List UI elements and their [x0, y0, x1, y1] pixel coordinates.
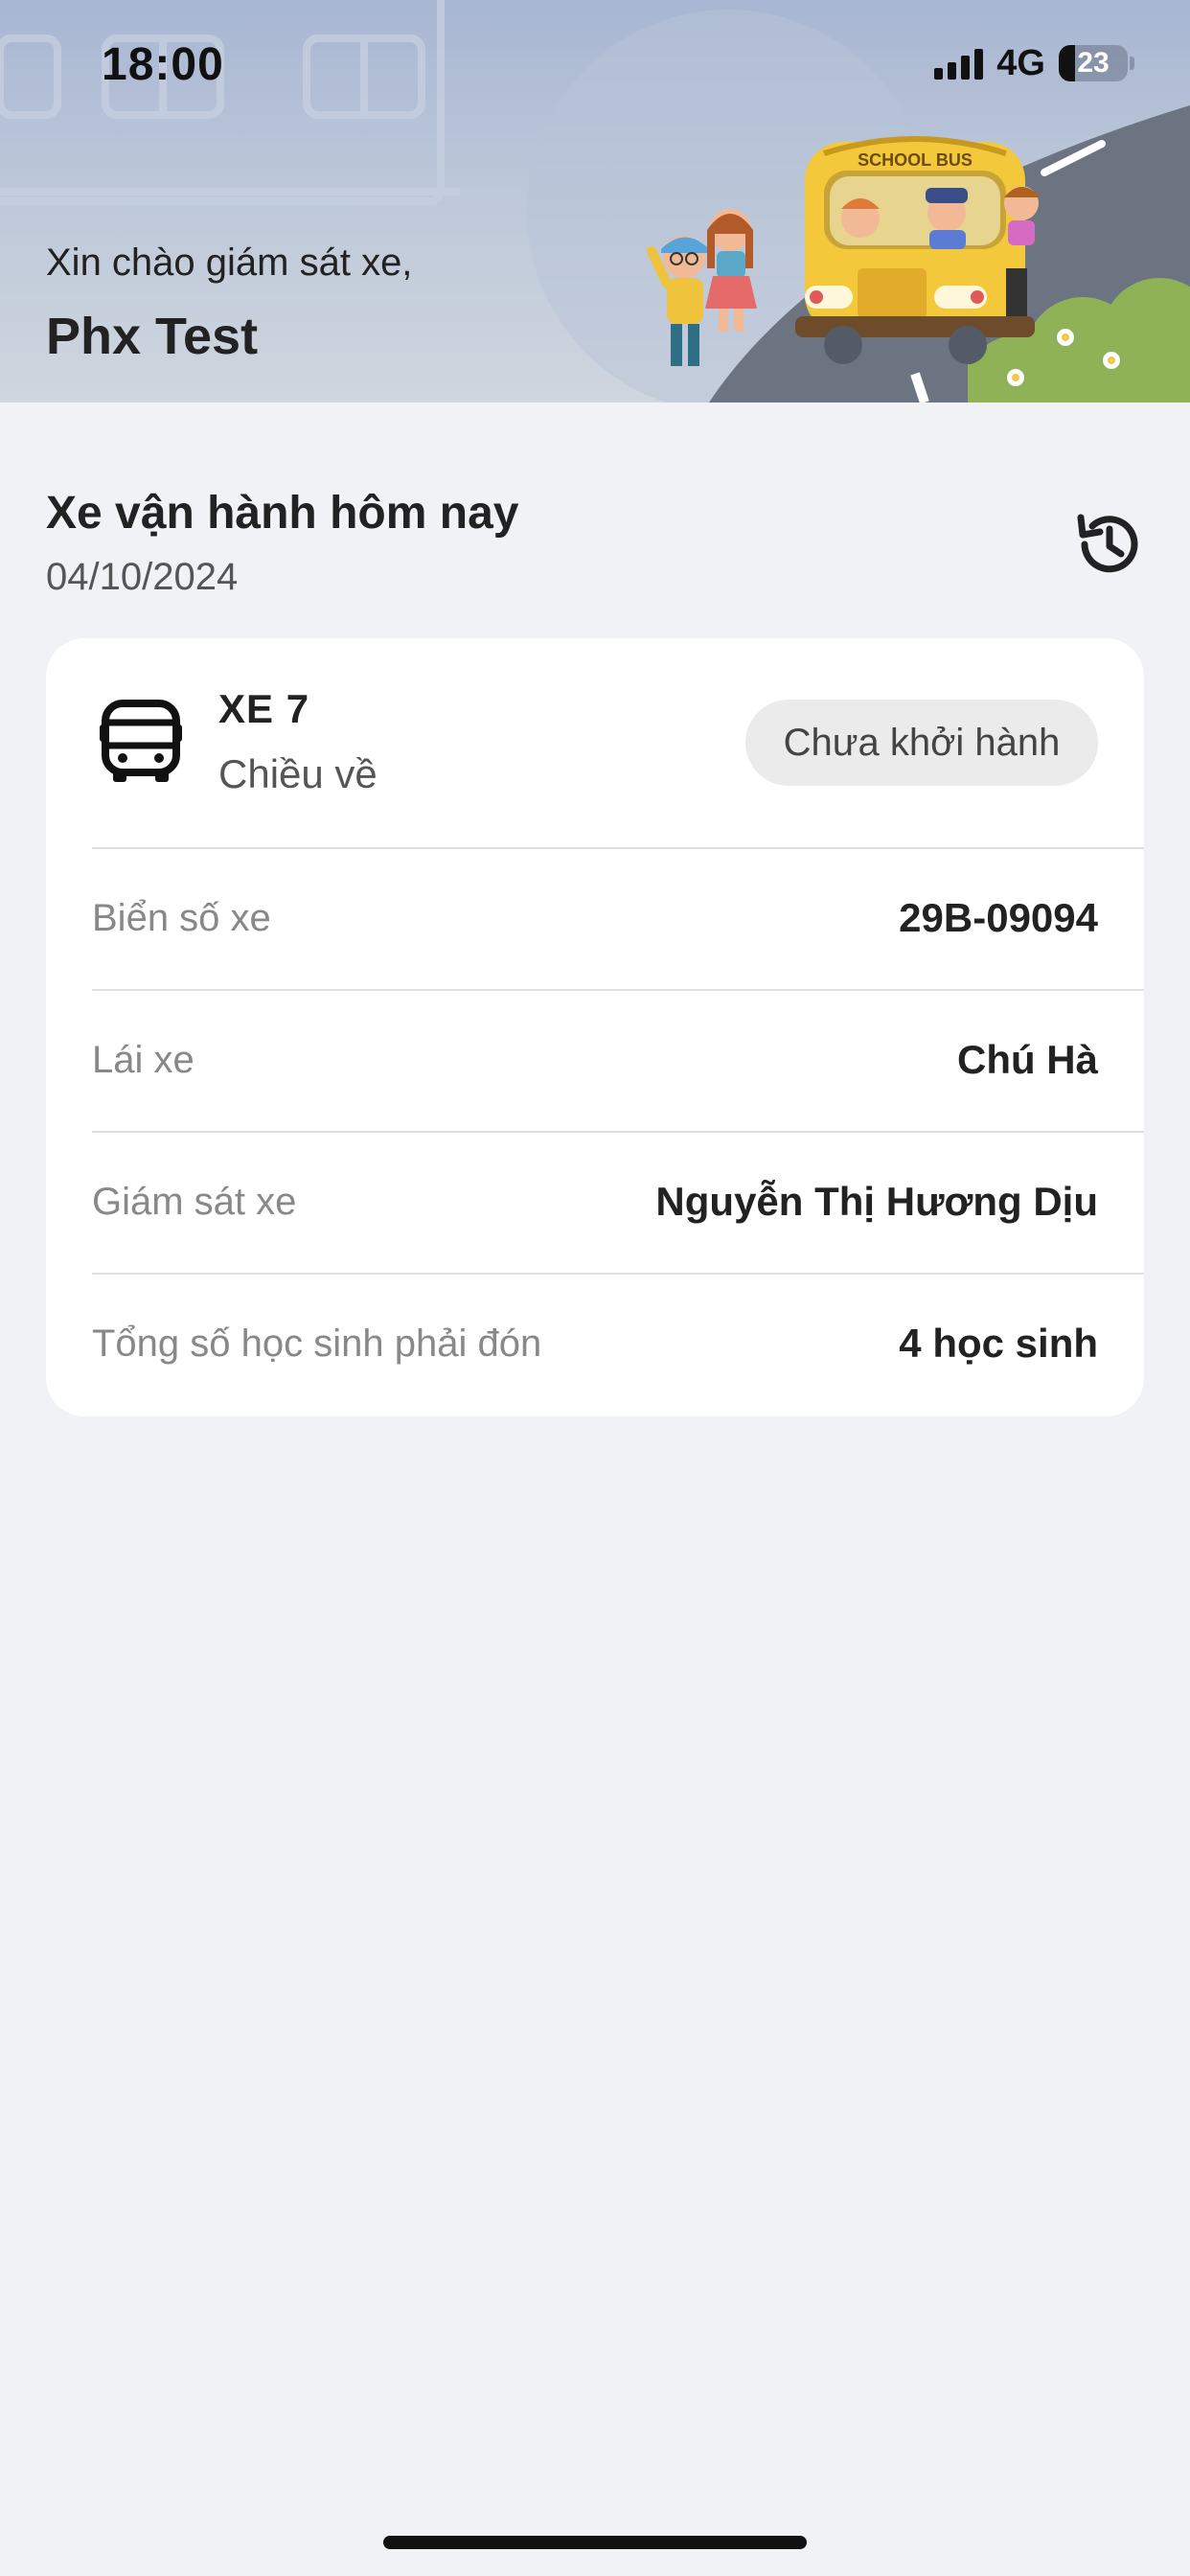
student-count-value: 4 học sinh	[899, 1321, 1098, 1366]
supervisor-value: Nguyễn Thị Hương Dịu	[655, 1179, 1098, 1224]
divider	[92, 1131, 1144, 1133]
cellular-signal-icon	[934, 47, 984, 80]
plate-number-label: Biển số xe	[92, 897, 271, 939]
header-banner: SCHOOL BUS 18:00 4G 23 Xin chào giám sát…	[0, 0, 1190, 402]
section-title: Xe vận hành hôm nay	[46, 488, 519, 539]
network-type-label: 4G	[996, 42, 1045, 83]
battery-icon: 23	[1059, 45, 1128, 81]
battery-percent: 23	[1077, 47, 1110, 79]
status-badge: Chưa khởi hành	[745, 700, 1098, 786]
home-indicator[interactable]	[383, 2536, 807, 2549]
driver-value: Chú Hà	[957, 1037, 1098, 1082]
vehicle-name: XE 7	[218, 686, 310, 731]
greeting-text: Xin chào giám sát xe,	[46, 242, 413, 284]
plate-number-value: 29B-09094	[899, 895, 1098, 940]
supervisor-label: Giám sát xe	[92, 1181, 297, 1223]
battery-tip	[1130, 57, 1134, 70]
divider	[92, 989, 1144, 991]
user-name: Phx Test	[46, 308, 259, 365]
driver-label: Lái xe	[92, 1039, 195, 1081]
history-icon	[1077, 514, 1138, 573]
vehicle-card[interactable]: XE 7 Chiều về Chưa khởi hành Biển số xe …	[46, 638, 1144, 1416]
divider	[92, 1273, 1144, 1275]
status-bar-time: 18:00	[102, 39, 224, 90]
history-button[interactable]	[1071, 506, 1148, 583]
vehicle-direction: Chiều về	[218, 751, 378, 796]
student-count-label: Tổng số học sinh phải đón	[92, 1322, 542, 1365]
svg-text:SCHOOL BUS: SCHOOL BUS	[858, 150, 973, 170]
section-date: 04/10/2024	[46, 556, 239, 598]
status-bar-indicators: 4G 23	[934, 42, 1134, 84]
bus-icon	[96, 698, 186, 788]
divider	[92, 847, 1144, 849]
